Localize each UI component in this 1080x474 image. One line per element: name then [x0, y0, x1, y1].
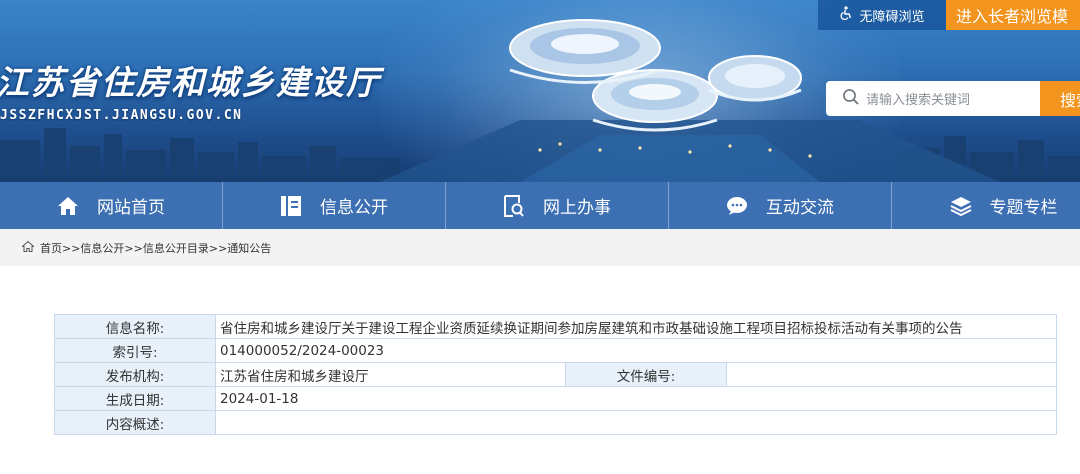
info-summary-value: [215, 410, 1057, 435]
info-table: 信息名称: 省住房和城乡建设厅关于建设工程企业资质延续换证期间参加房屋建筑和市政…: [54, 314, 1057, 435]
home-icon: [57, 195, 79, 217]
info-index-label: 索引号:: [54, 338, 216, 363]
info-publisher-label: 发布机构:: [54, 362, 216, 387]
info-summary-label: 内容概述:: [54, 410, 216, 435]
info-name-label: 信息名称:: [54, 314, 216, 339]
site-domain: JSSZFHCXJST.JIANGSU.GOV.CN: [0, 108, 243, 123]
nav-label: 互动交流: [766, 198, 834, 218]
search-button[interactable]: 搜索: [1040, 81, 1080, 116]
info-publisher-value: 江苏省住房和城乡建设厅: [215, 362, 566, 387]
info-index-value: 014000052/2024-00023: [215, 338, 1057, 363]
info-name-value: 省住房和城乡建设厅关于建设工程企业资质延续换证期间参加房屋建筑和市政基础设施工程…: [215, 314, 1057, 339]
info-docno-value: [726, 362, 1057, 387]
nav-label: 专题专栏: [989, 198, 1058, 218]
table-row: 发布机构: 江苏省住房和城乡建设厅 文件编号:: [54, 362, 1057, 387]
nav-item-special-topics[interactable]: 专题专栏: [892, 182, 1080, 229]
header-banner: 江苏省住房和城乡建设厅 JSSZFHCXJST.JIANGSU.GOV.CN 无…: [0, 0, 1080, 182]
search-placeholder: 请输入搜索关键词: [866, 93, 971, 108]
nav-label: 网上办事: [543, 198, 611, 218]
search-doc-icon: [503, 194, 525, 217]
table-row: 索引号: 014000052/2024-00023: [54, 338, 1057, 363]
accessibility-button[interactable]: 无障碍浏览: [818, 0, 946, 30]
nav-item-interaction[interactable]: 互动交流: [669, 182, 892, 229]
site-title: 江苏省住房和城乡建设厅: [0, 63, 381, 102]
breadcrumb-text[interactable]: 首页>>信息公开>>信息公开目录>>通知公告: [40, 240, 271, 256]
info-date-value: 2024-01-18: [215, 386, 1057, 411]
chat-icon: [726, 195, 748, 217]
nav-label: 网站首页: [97, 198, 165, 218]
info-date-label: 生成日期:: [54, 386, 216, 411]
table-row: 生成日期: 2024-01-18: [54, 386, 1057, 411]
accessibility-label: 无障碍浏览: [859, 9, 925, 25]
breadcrumb: 首页>>信息公开>>信息公开目录>>通知公告: [0, 229, 1080, 266]
document-icon: [280, 195, 302, 217]
elder-mode-button[interactable]: 进入长者浏览模: [946, 0, 1080, 30]
table-row: 内容概述:: [54, 410, 1057, 435]
nav-label: 信息公开: [320, 198, 388, 218]
nav-item-online-service[interactable]: 网上办事: [446, 182, 669, 229]
info-docno-label: 文件编号:: [565, 362, 727, 387]
main-nav: 网站首页 信息公开 网上办事 互动交流 专题专栏: [0, 182, 1080, 229]
search-input[interactable]: 请输入搜索关键词: [826, 81, 1040, 116]
table-row: 信息名称: 省住房和城乡建设厅关于建设工程企业资质延续换证期间参加房屋建筑和市政…: [54, 314, 1057, 339]
layers-icon: [950, 195, 972, 217]
nav-item-home[interactable]: 网站首页: [0, 182, 223, 229]
wheelchair-icon: [839, 6, 853, 24]
home-icon: [21, 240, 35, 255]
search-icon: [842, 88, 860, 110]
nav-item-info-disclosure[interactable]: 信息公开: [223, 182, 446, 229]
